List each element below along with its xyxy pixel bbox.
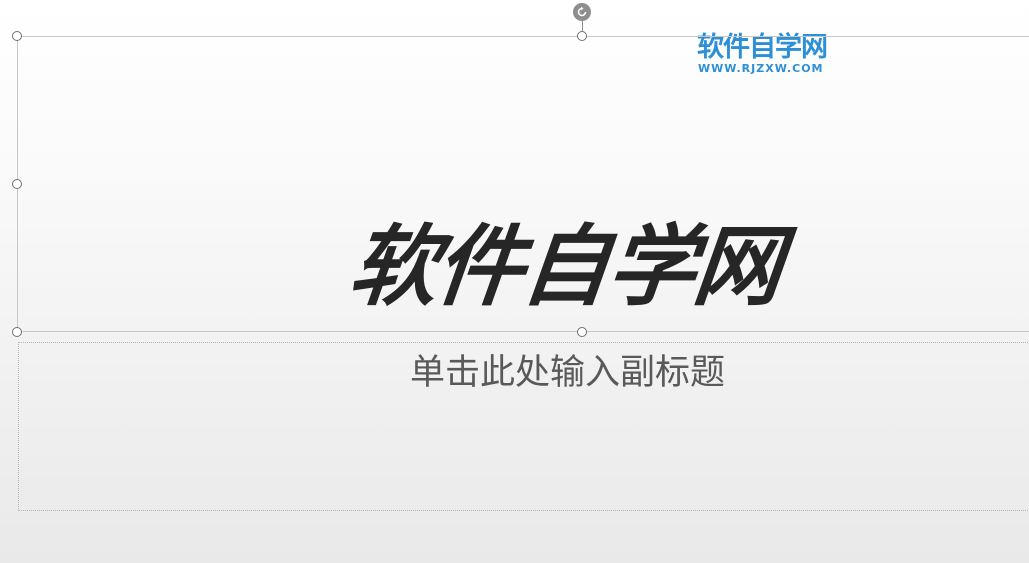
rotate-arrow-icon — [577, 6, 587, 17]
resize-handle-middle-left[interactable] — [12, 179, 22, 189]
slide-canvas[interactable]: 软件自学网 WWW.RJZXW.COM 软件自学网 单击此处输入副标题 — [0, 0, 1029, 563]
rotate-handle-icon[interactable] — [573, 3, 591, 21]
rotate-handle-stem — [582, 21, 583, 31]
subtitle-placeholder-text[interactable]: 单击此处输入副标题 — [410, 350, 725, 396]
slide-title[interactable]: 软件自学网 — [344, 212, 836, 322]
resize-handle-top-center[interactable] — [577, 31, 587, 41]
resize-handle-bottom-left[interactable] — [12, 327, 22, 337]
resize-handle-top-left[interactable] — [12, 31, 22, 41]
resize-handle-bottom-center[interactable] — [577, 327, 587, 337]
